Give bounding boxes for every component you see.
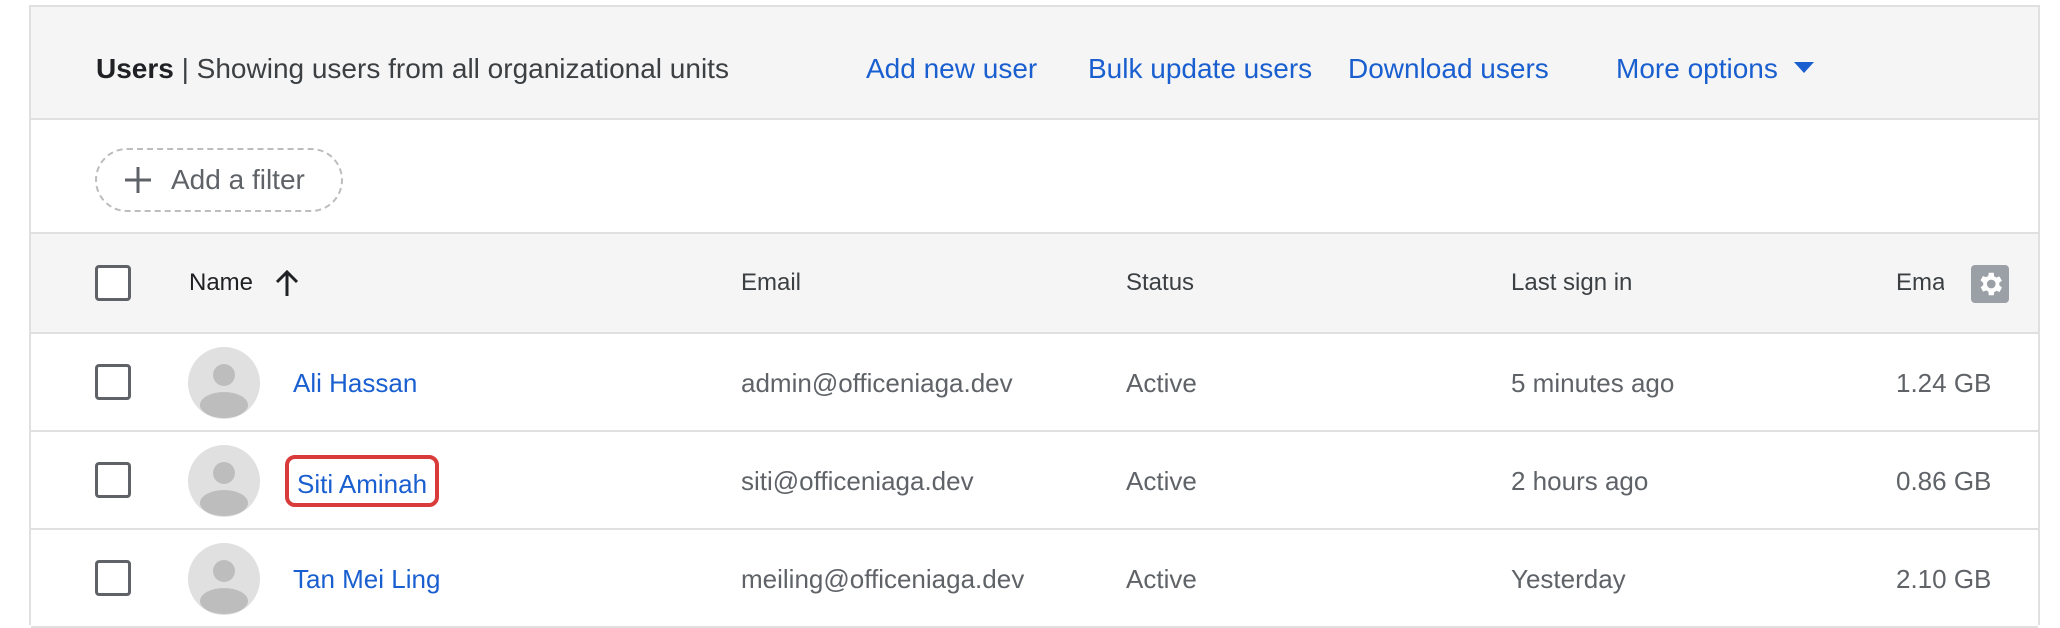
user-last-sign-in: 2 hours ago [1511, 466, 1649, 496]
arrow-up-icon[interactable] [273, 268, 301, 298]
column-header-name[interactable]: Name [189, 267, 253, 299]
gear-glyph [1980, 272, 2002, 296]
table-row[interactable]: Ali Hassan admin@officeniaga.dev Active … [31, 334, 2038, 432]
person-icon [200, 462, 248, 516]
user-name-link[interactable]: Tan Mei Ling [293, 562, 440, 596]
caret-down-icon [1793, 62, 1814, 74]
table-row[interactable]: Siti Aminah siti@officeniaga.dev Active … [31, 432, 2038, 530]
row-checkbox[interactable] [95, 462, 131, 498]
avatar [188, 347, 260, 419]
page-title-main: Users [96, 53, 174, 84]
user-status: Active [1126, 564, 1197, 594]
column-header-email[interactable]: Email [741, 267, 801, 299]
user-storage: 0.86 GB [1896, 466, 1992, 496]
user-email: siti@officeniaga.dev [741, 466, 974, 496]
gear-icon[interactable] [1971, 265, 2009, 303]
user-storage: 2.10 GB [1896, 564, 1992, 594]
add-filter-label: Add a filter [171, 164, 305, 195]
user-last-sign-in: Yesterday [1511, 564, 1626, 594]
add-filter-button[interactable]: Add a filter [95, 148, 343, 212]
users-header: Users | Showing users from all organizat… [31, 7, 2038, 120]
column-header-last-sign-in[interactable]: Last sign in [1511, 267, 1632, 299]
user-email: admin@officeniaga.dev [741, 368, 1013, 398]
page-title: Users | Showing users from all organizat… [96, 51, 729, 87]
user-name-link[interactable]: Ali Hassan [293, 366, 417, 400]
avatar [188, 543, 260, 615]
select-all-checkbox[interactable] [95, 265, 131, 301]
more-options-label: More options [1616, 53, 1778, 84]
row-checkbox[interactable] [95, 364, 131, 400]
column-header-email-usage[interactable]: Ema [1896, 267, 1944, 299]
user-storage: 1.24 GB [1896, 368, 1992, 398]
users-panel: Users | Showing users from all organizat… [29, 5, 2040, 628]
user-last-sign-in: 5 minutes ago [1511, 368, 1675, 398]
page-title-subtitle: | Showing users from all organizational … [181, 53, 729, 84]
plus-icon [125, 167, 151, 193]
user-name-link-highlighted[interactable]: Siti Aminah [285, 455, 440, 507]
user-status: Active [1126, 368, 1197, 398]
download-users-button[interactable]: Download users [1348, 51, 1549, 87]
more-options-button[interactable]: More options [1616, 51, 1814, 87]
row-checkbox[interactable] [95, 560, 131, 596]
avatar [188, 445, 260, 517]
bulk-update-users-button[interactable]: Bulk update users [1088, 51, 1312, 87]
person-icon [200, 364, 248, 418]
add-new-user-button[interactable]: Add new user [866, 51, 1037, 87]
filter-bar: Add a filter [31, 120, 2038, 234]
table-header: Name Email Status Last sign in Ema [31, 234, 2038, 334]
table-row[interactable]: Tan Mei Ling meiling@officeniaga.dev Act… [31, 530, 2038, 628]
person-icon [200, 560, 248, 614]
user-status: Active [1126, 466, 1197, 496]
user-email: meiling@officeniaga.dev [741, 564, 1025, 594]
column-header-status[interactable]: Status [1126, 267, 1194, 299]
